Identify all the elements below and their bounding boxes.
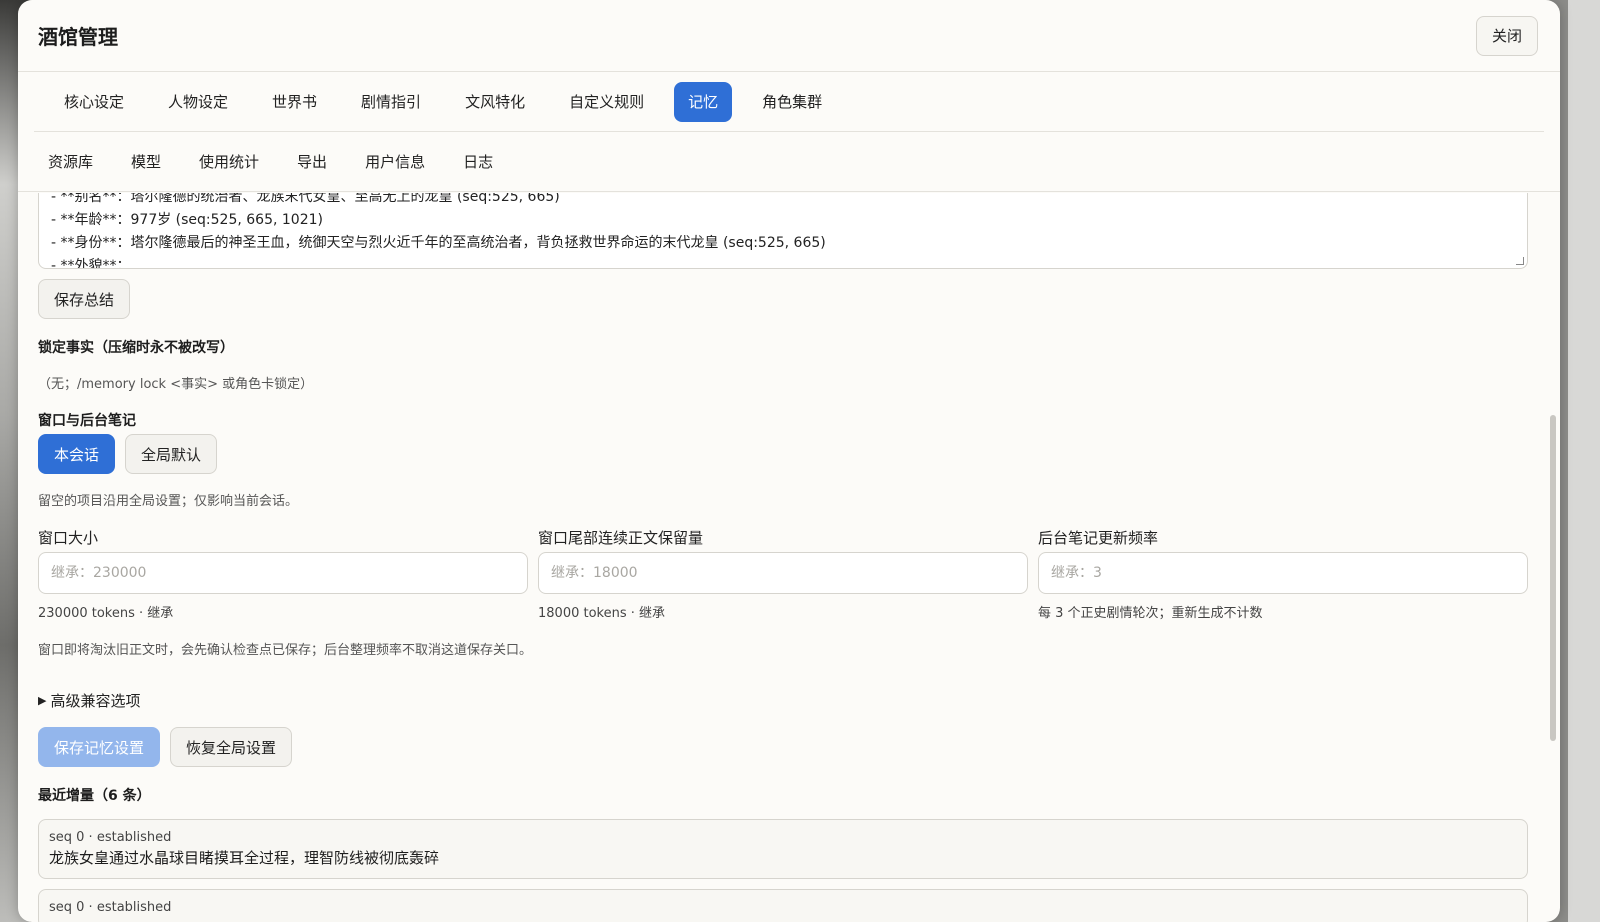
window-size-hint: 230000 tokens · 继承: [38, 606, 174, 621]
tail-retention-input[interactable]: [538, 552, 1028, 594]
summary-line: - **外貌**：: [51, 258, 131, 269]
delta-meta: seq 0 · established: [49, 830, 172, 845]
advanced-options-label: 高级兼容选项: [50, 692, 141, 710]
list-item: seq 0 · established: [38, 889, 1528, 922]
notes-frequency-input[interactable]: [1038, 552, 1528, 594]
window-size-label: 窗口大小: [38, 529, 99, 547]
tab-style[interactable]: 文风特化: [451, 82, 539, 122]
restore-global-settings-button[interactable]: 恢复全局设置: [170, 727, 293, 767]
scrollbar-thumb[interactable]: [1550, 415, 1556, 741]
delta-meta: seq 0 · established: [49, 900, 172, 915]
window-fields: 窗口大小 230000 tokens · 继承 窗口尾部连续正文保留量 1800…: [38, 527, 1540, 621]
delta-text: 龙族女皇通过水晶球目睹摸耳全过程，理智防线被彻底轰碎: [49, 849, 440, 867]
scrollbar[interactable]: [1548, 193, 1556, 922]
tab-world-book[interactable]: 世界书: [258, 82, 331, 122]
subtab-library[interactable]: 资源库: [34, 142, 107, 182]
save-summary-button[interactable]: 保存总结: [38, 279, 131, 319]
notes-frequency-hint: 每 3 个正史剧情轮次；重新生成不计数: [1038, 606, 1263, 621]
tab-custom-rules[interactable]: 自定义规则: [555, 82, 658, 122]
modal-title: 酒馆管理: [38, 25, 118, 49]
main-tabs: 核心设定 人物设定 世界书 剧情指引 文风特化 自定义规则 记忆 角色集群: [34, 72, 1544, 132]
window-size-input[interactable]: [38, 552, 528, 594]
disclosure-triangle-icon: ▶: [38, 694, 47, 707]
tail-retention-hint: 18000 tokens · 继承: [538, 606, 666, 621]
tavern-management-modal: 酒馆管理 关闭 核心设定 人物设定 世界书 剧情指引 文风特化 自定义规则 记忆…: [18, 0, 1560, 922]
memory-panel: - **别名**：塔尔隆德的统治者、龙族末代女皇、至高无上的龙皇 (seq:52…: [18, 193, 1560, 922]
sub-tabs: 资源库 模型 使用统计 导出 用户信息 日志: [18, 132, 1560, 192]
window-notes-heading: 窗口与后台笔记: [38, 413, 136, 429]
notes-frequency-label: 后台笔记更新频率: [1038, 529, 1159, 547]
locked-facts-heading: 锁定事实（压缩时永不被改写）: [38, 340, 234, 356]
notes-frequency-field: 后台笔记更新频率 每 3 个正史剧情轮次；重新生成不计数: [1038, 527, 1528, 621]
scope-global-button[interactable]: 全局默认: [125, 434, 218, 474]
locked-facts-empty: （无；/memory lock <事实> 或角色卡锁定）: [38, 377, 314, 392]
advanced-options-toggle[interactable]: ▶ 高级兼容选项: [38, 690, 1540, 711]
tail-retention-label: 窗口尾部连续正文保留量: [538, 529, 704, 547]
background-right: [1568, 0, 1600, 922]
tail-retention-field: 窗口尾部连续正文保留量 18000 tokens · 继承: [538, 527, 1028, 621]
close-button[interactable]: 关闭: [1476, 15, 1538, 56]
subtab-model[interactable]: 模型: [117, 142, 175, 182]
memory-settings-actions: 保存记忆设置 恢复全局设置: [38, 727, 1540, 767]
recent-deltas-heading: 最近增量（6 条）: [38, 788, 151, 804]
tab-core-settings[interactable]: 核心设定: [50, 82, 138, 122]
list-item: seq 0 · established 龙族女皇通过水晶球目睹摸耳全过程，理智防…: [38, 819, 1528, 879]
tab-memory[interactable]: 记忆: [674, 81, 733, 122]
window-size-field: 窗口大小 230000 tokens · 继承: [38, 527, 528, 621]
scope-session-button[interactable]: 本会话: [38, 434, 116, 474]
modal-header: 酒馆管理 关闭: [18, 0, 1560, 72]
scope-toggle: 本会话 全局默认: [38, 434, 1540, 474]
checkpoint-note: 窗口即将淘汰旧正文时，会先确认检查点已保存；后台整理频率不取消这道保存关口。: [38, 643, 533, 658]
tab-plot-guide[interactable]: 剧情指引: [347, 82, 435, 122]
save-memory-settings-button[interactable]: 保存记忆设置: [38, 727, 161, 767]
subtab-export[interactable]: 导出: [283, 142, 341, 182]
resize-handle-icon[interactable]: [1516, 257, 1524, 265]
subtab-log[interactable]: 日志: [449, 142, 507, 182]
summary-line: - **身份**：塔尔隆德最后的神圣王血，统御天空与烈火近千年的至高统治者，背负…: [51, 235, 826, 251]
scope-hint: 留空的项目沿用全局设置；仅影响当前会话。: [38, 494, 299, 509]
tab-character-settings[interactable]: 人物设定: [154, 82, 242, 122]
subtab-usage-stats[interactable]: 使用统计: [185, 142, 273, 182]
summary-line: - **别名**：塔尔隆德的统治者、龙族末代女皇、至高无上的龙皇 (seq:52…: [51, 193, 560, 205]
summary-textarea[interactable]: - **别名**：塔尔隆德的统治者、龙族末代女皇、至高无上的龙皇 (seq:52…: [38, 193, 1528, 269]
subtab-user-info[interactable]: 用户信息: [351, 142, 439, 182]
tab-character-cluster[interactable]: 角色集群: [748, 82, 836, 122]
summary-line: - **年龄**：977岁 (seq:525, 665, 1021): [51, 212, 323, 228]
